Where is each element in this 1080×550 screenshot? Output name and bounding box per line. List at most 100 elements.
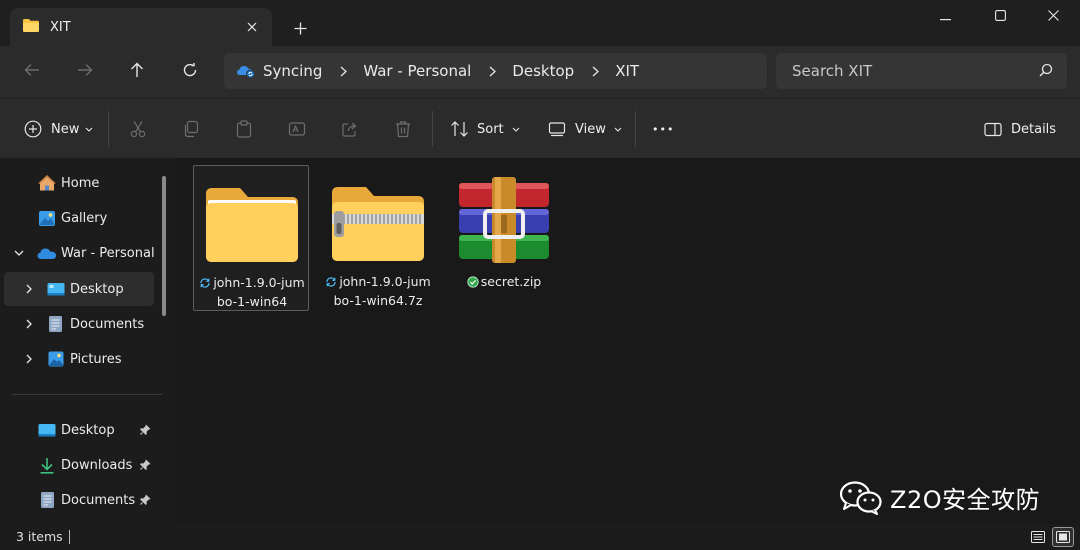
divider — [108, 111, 109, 147]
sidebar-item-label: Documents — [61, 492, 136, 508]
search-input[interactable]: Search XIT — [776, 53, 1067, 89]
folder-icon — [22, 18, 40, 37]
quick-access-downloads[interactable]: Downloads — [4, 448, 154, 482]
status-bar: 3 items — [0, 524, 1080, 550]
sidebar-item-label: Home — [61, 175, 100, 191]
syncing-icon — [199, 276, 211, 293]
pin-icon[interactable] — [140, 494, 151, 506]
file-name: secret.zip — [450, 273, 558, 292]
arrow-right-icon — [77, 63, 93, 81]
more-options-button[interactable]: ••• — [652, 99, 674, 159]
sidebar-item-label: Gallery — [61, 210, 108, 226]
chevron-down-icon — [614, 127, 622, 132]
chevron-right-icon[interactable] — [489, 66, 497, 77]
cut-button[interactable] — [129, 99, 147, 159]
chevron-right-icon[interactable] — [26, 284, 32, 294]
sidebar-item-gallery[interactable]: Gallery — [4, 201, 154, 235]
file-name: john-1.9.0-jum bo-1-win64.7z — [324, 273, 432, 309]
minimize-button[interactable] — [922, 4, 968, 30]
navigation-pane: Home Gallery War - Personal Desktop Docu… — [0, 158, 176, 524]
share-button[interactable] — [341, 99, 359, 159]
maximize-button[interactable] — [977, 4, 1023, 30]
details-view-button[interactable] — [1027, 527, 1049, 547]
divider — [12, 394, 162, 395]
file-view[interactable]: john-1.9.0-jum bo-1-win64 john-1.9.0-jum b… — [176, 158, 1080, 524]
divider — [69, 530, 70, 544]
syncing-icon — [325, 275, 337, 292]
address-bar[interactable]: Syncing War - Personal Desktop XIT — [224, 53, 767, 89]
sidebar-item-label: Downloads — [61, 457, 133, 473]
new-label: New — [51, 121, 80, 137]
chevron-down-icon[interactable] — [14, 250, 24, 256]
documents-icon — [48, 315, 63, 333]
rename-icon — [288, 120, 306, 138]
sidebar-item-pictures[interactable]: Pictures — [4, 342, 154, 376]
up-button[interactable] — [123, 58, 151, 86]
refresh-button[interactable] — [176, 58, 204, 86]
arrow-left-icon — [24, 63, 40, 81]
watermark: Z2O安全攻防 — [840, 480, 1040, 515]
back-button[interactable] — [18, 58, 46, 86]
delete-button[interactable] — [394, 99, 412, 159]
chevron-right-icon[interactable] — [26, 354, 32, 364]
close-tab-icon[interactable] — [242, 17, 262, 37]
breadcrumb-xit[interactable]: XIT — [615, 62, 639, 80]
file-item-7z[interactable]: john-1.9.0-jum bo-1-win64.7z — [320, 165, 436, 311]
plus-circle-icon — [24, 120, 42, 138]
home-icon — [38, 174, 56, 192]
search-placeholder: Search XIT — [792, 62, 873, 80]
file-item-secret-zip[interactable]: secret.zip — [446, 165, 562, 311]
tab-xit[interactable]: XIT — [10, 8, 272, 46]
sort-button[interactable]: Sort — [450, 99, 520, 159]
sidebar-scrollbar[interactable] — [162, 176, 166, 316]
breadcrumb-desktop[interactable]: Desktop — [512, 62, 574, 80]
chevron-right-icon[interactable] — [340, 66, 348, 77]
sidebar-item-war-personal[interactable]: War - Personal — [4, 236, 155, 270]
sidebar-item-documents[interactable]: Documents — [4, 307, 154, 341]
downloads-icon — [39, 457, 55, 474]
pin-icon[interactable] — [140, 459, 151, 471]
close-window-button[interactable] — [1030, 4, 1076, 30]
sidebar-item-label: Desktop — [70, 281, 124, 297]
search-icon — [1039, 63, 1053, 81]
file-item-folder[interactable]: john-1.9.0-jum bo-1-win64 — [193, 165, 309, 311]
view-icon — [548, 121, 566, 137]
more-icon: ••• — [652, 122, 675, 136]
chevron-down-icon — [512, 127, 520, 132]
synced-check-icon — [467, 275, 479, 292]
title-bar: XIT — [0, 0, 1080, 46]
details-button[interactable]: Details — [984, 99, 1056, 159]
trash-icon — [394, 120, 412, 138]
sort-label: Sort — [477, 121, 504, 137]
scissors-icon — [129, 120, 147, 138]
gallery-icon — [38, 210, 56, 227]
sidebar-item-desktop[interactable]: Desktop — [4, 272, 154, 306]
view-button[interactable]: View — [548, 99, 622, 159]
paste-button[interactable] — [235, 99, 253, 159]
breadcrumb-war-personal[interactable]: War - Personal — [363, 62, 471, 80]
pin-icon[interactable] — [140, 424, 151, 436]
sidebar-item-home[interactable]: Home — [4, 166, 154, 200]
forward-button[interactable] — [71, 58, 99, 86]
command-bar: New Sort View ••• Details — [0, 98, 1080, 158]
desktop-icon — [47, 282, 65, 297]
copy-button[interactable] — [182, 99, 200, 159]
folder-icon — [202, 176, 302, 266]
quick-access-desktop[interactable]: Desktop — [4, 413, 154, 447]
list-view-icon — [1031, 531, 1045, 543]
chevron-right-icon[interactable] — [592, 66, 600, 77]
sync-status-label: Syncing — [263, 62, 323, 80]
maximize-icon — [994, 9, 1006, 25]
rename-button[interactable] — [288, 99, 306, 159]
tiles-view-icon — [1056, 531, 1070, 543]
new-button[interactable]: New — [24, 99, 93, 159]
item-count: 3 items — [16, 529, 63, 544]
large-icons-view-button[interactable] — [1052, 527, 1074, 547]
quick-access-documents[interactable]: Documents — [4, 483, 154, 517]
chevron-right-icon[interactable] — [26, 319, 32, 329]
new-tab-button[interactable] — [288, 16, 312, 40]
share-icon — [341, 120, 359, 138]
details-label: Details — [1011, 121, 1057, 137]
minimize-icon — [939, 10, 951, 25]
rar-archive-icon — [454, 175, 554, 265]
